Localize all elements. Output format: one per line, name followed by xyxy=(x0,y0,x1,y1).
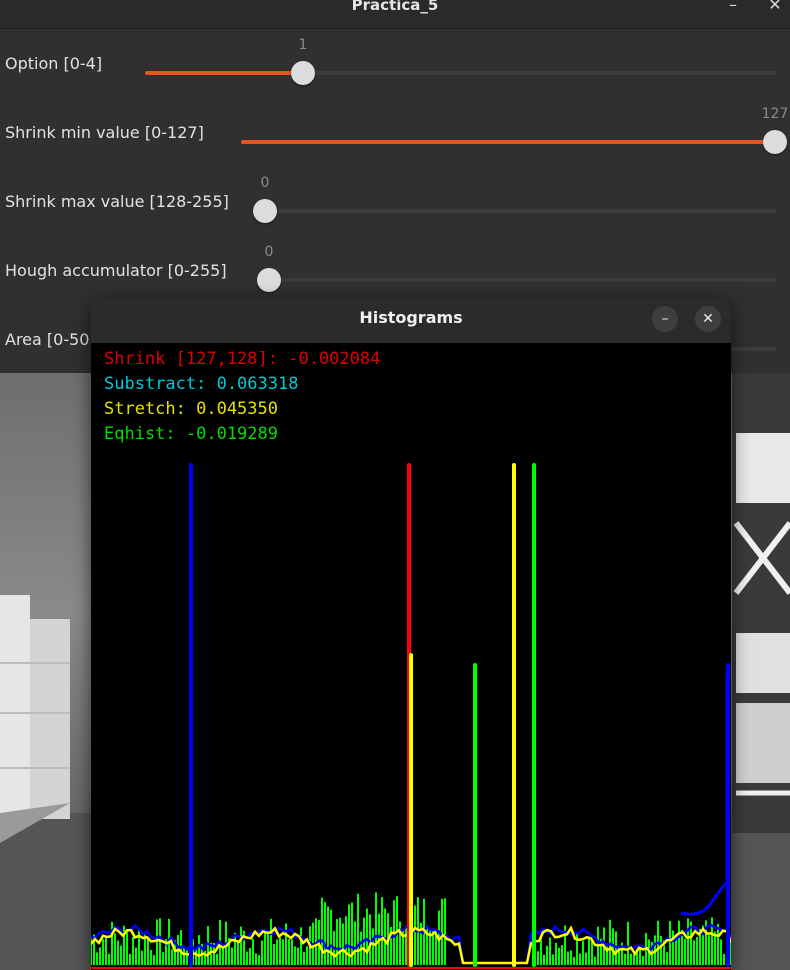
slider-thumb[interactable] xyxy=(257,268,281,292)
trackbar-label: Shrink max value [128-255] xyxy=(5,192,229,211)
trackbar-label: Shrink min value [0-127] xyxy=(5,123,204,142)
eqhist-readout: Eqhist: -0.019289 xyxy=(104,424,278,444)
stretch-readout: Stretch: 0.045350 xyxy=(104,399,278,419)
trackbar-label: Option [0-4] xyxy=(5,54,103,73)
title-bar: Practica_5 – ✕ xyxy=(0,0,790,29)
close-button[interactable]: ✕ xyxy=(764,0,786,16)
histogram-canvas: Shrink [127,128]: -0.002084 Substract: 0… xyxy=(91,343,731,970)
trackbar-label: Hough accumulator [0-255] xyxy=(5,261,227,280)
window-title: Practica_5 xyxy=(351,0,439,14)
slider-track[interactable] xyxy=(731,347,777,351)
histograms-window: Histograms – ✕ Shrink [127,128]: -0.0020… xyxy=(91,298,731,970)
trackbar-value: 0 xyxy=(264,244,274,260)
histograms-title: Histograms xyxy=(359,308,463,327)
slider-fill xyxy=(241,140,775,144)
histograms-minimize-button[interactable]: – xyxy=(652,306,678,332)
minimize-button[interactable]: – xyxy=(722,0,744,16)
screen: Practica_5 – ✕ Option [0-4] 1 Shrink min… xyxy=(0,0,790,970)
slider-fill xyxy=(145,71,303,75)
substract-readout: Substract: 0.063318 xyxy=(104,374,299,394)
trackbar-value: 0 xyxy=(260,175,270,191)
histograms-close-button[interactable]: ✕ xyxy=(695,306,721,332)
slider-track[interactable] xyxy=(265,209,777,213)
trackbar-label: Area [0-50 xyxy=(5,330,90,349)
slider-thumb[interactable] xyxy=(763,130,787,154)
histograms-title-bar: Histograms – ✕ xyxy=(91,298,731,340)
slider-track[interactable] xyxy=(269,278,777,282)
slider-thumb[interactable] xyxy=(253,199,277,223)
shrink-readout: Shrink [127,128]: -0.002084 xyxy=(104,349,381,369)
substract-tail xyxy=(680,673,729,916)
trackbar-value: 127 xyxy=(761,106,789,122)
trackbar-value: 1 xyxy=(298,37,308,53)
slider-thumb[interactable] xyxy=(291,61,315,85)
